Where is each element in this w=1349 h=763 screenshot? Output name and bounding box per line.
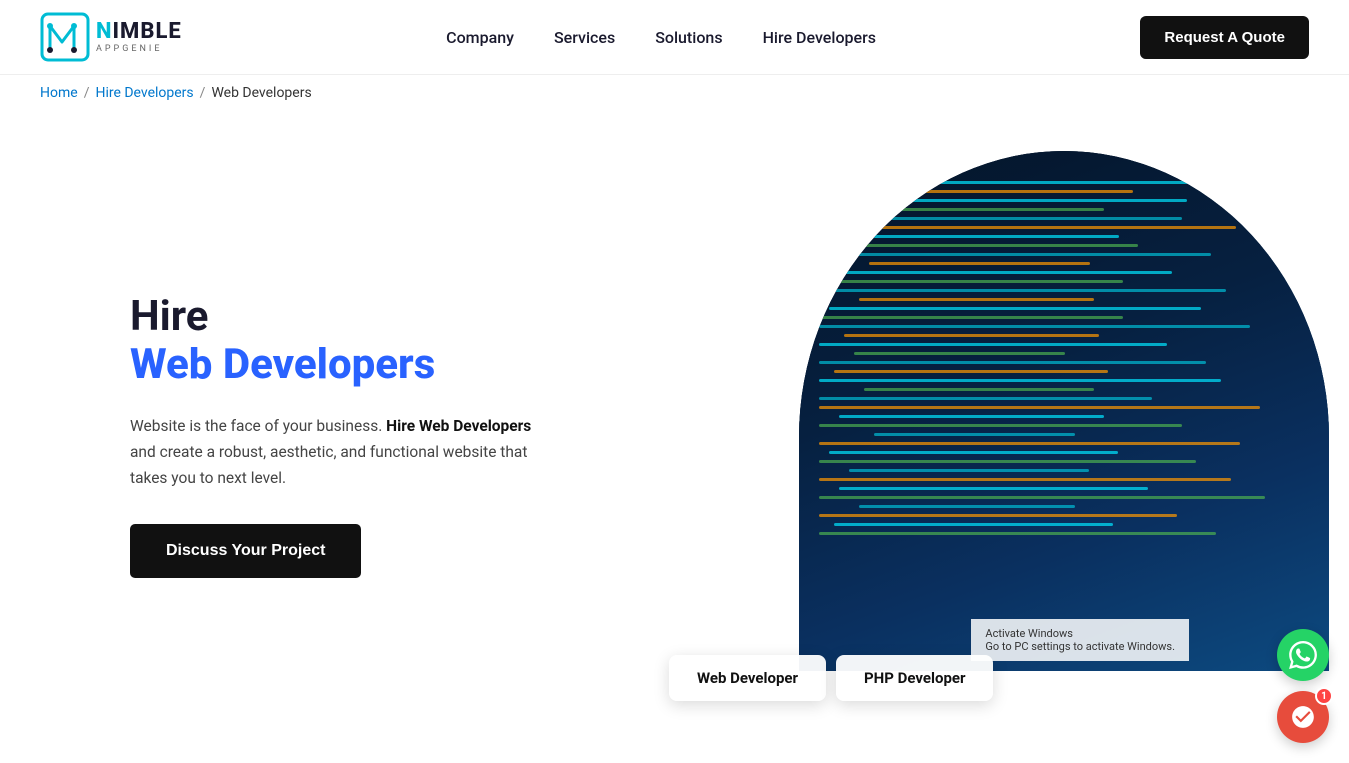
hero-section: Hire Web Developers Website is the face … xyxy=(0,111,1349,741)
breadcrumb-hire-developers[interactable]: Hire Developers xyxy=(95,85,193,101)
request-quote-button[interactable]: Request A Quote xyxy=(1140,16,1309,59)
breadcrumb-sep-1: / xyxy=(84,85,90,101)
code-line xyxy=(859,208,1104,211)
logo[interactable]: NIMBLE APPGENIE xyxy=(40,12,182,62)
windows-line1: Activate Windows xyxy=(985,627,1175,640)
code-line xyxy=(864,388,1094,391)
code-line xyxy=(819,478,1231,481)
code-line xyxy=(829,307,1201,310)
code-line xyxy=(849,469,1089,472)
logo-appgenie: APPGENIE xyxy=(96,45,182,54)
code-line xyxy=(874,433,1075,436)
nav-item-services[interactable]: Services xyxy=(554,28,615,47)
logo-text-block: NIMBLE APPGENIE xyxy=(96,21,182,54)
nav-link-hire-developers[interactable]: Hire Developers xyxy=(763,28,876,47)
code-line xyxy=(819,316,1123,319)
hero-desc-prefix: Website is the face of your business. xyxy=(130,417,382,435)
code-line xyxy=(839,280,1123,283)
logo-n: N xyxy=(96,19,113,44)
code-line xyxy=(869,262,1090,265)
bottom-badges: Web Developer PHP Developer xyxy=(669,655,993,701)
code-line xyxy=(819,397,1152,400)
hero-title-web-developers: Web Developers xyxy=(130,340,560,390)
nav-link-services[interactable]: Services xyxy=(554,28,615,47)
code-line xyxy=(829,253,1211,256)
code-line xyxy=(839,217,1182,220)
code-screen xyxy=(799,151,1329,671)
logo-imble: IMBLE xyxy=(113,19,182,44)
code-line xyxy=(819,361,1206,364)
hero-description: Website is the face of your business. Hi… xyxy=(130,413,560,492)
hero-title-hire: Hire xyxy=(130,294,560,340)
nav-link-solutions[interactable]: Solutions xyxy=(655,28,722,47)
navbar: NIMBLE APPGENIE Company Services Solutio… xyxy=(0,0,1349,75)
code-line xyxy=(819,460,1196,463)
nav-item-company[interactable]: Company xyxy=(446,28,514,47)
code-line xyxy=(819,199,1187,202)
hero-desc-suffix: and create a robust, aesthetic, and func… xyxy=(130,443,527,487)
breadcrumb-home[interactable]: Home xyxy=(40,85,78,101)
code-line xyxy=(819,325,1250,328)
code-line xyxy=(839,190,1133,193)
whatsapp-button[interactable] xyxy=(1277,629,1329,681)
code-line xyxy=(829,451,1118,454)
nav-item-solutions[interactable]: Solutions xyxy=(655,28,722,47)
chat-button[interactable]: 1 xyxy=(1277,691,1329,743)
code-line xyxy=(839,487,1148,490)
badge-web-developer[interactable]: Web Developer xyxy=(669,655,826,701)
code-line xyxy=(819,406,1260,409)
code-line xyxy=(819,496,1265,499)
breadcrumb-current: Web Developers xyxy=(211,85,311,101)
code-line xyxy=(819,271,1172,274)
code-line xyxy=(819,379,1221,382)
hero-image-container xyxy=(799,151,1329,671)
code-line xyxy=(834,523,1113,526)
code-line xyxy=(819,289,1226,292)
code-line xyxy=(844,334,1099,337)
nav-link-company[interactable]: Company xyxy=(446,28,514,47)
code-line xyxy=(819,424,1182,427)
discuss-project-button[interactable]: Discuss Your Project xyxy=(130,524,361,578)
breadcrumb-sep-2: / xyxy=(200,85,206,101)
code-line xyxy=(819,343,1167,346)
code-line xyxy=(849,235,1119,238)
code-line xyxy=(819,532,1216,535)
code-line xyxy=(819,442,1240,445)
chat-badge: 1 xyxy=(1315,687,1333,705)
code-line xyxy=(859,298,1094,301)
code-line xyxy=(819,226,1236,229)
code-line xyxy=(839,415,1104,418)
hero-content: Hire Web Developers Website is the face … xyxy=(130,294,560,578)
hero-desc-bold: Hire Web Developers xyxy=(386,417,531,435)
code-line xyxy=(854,352,1065,355)
code-line xyxy=(834,370,1108,373)
hero-image-area: Activate Windows Go to PC settings to ac… xyxy=(729,151,1309,721)
chat-icon xyxy=(1290,704,1316,730)
windows-line2: Go to PC settings to activate Windows. xyxy=(985,640,1175,653)
windows-watermark: Activate Windows Go to PC settings to ac… xyxy=(971,619,1189,661)
logo-icon xyxy=(40,12,90,62)
badge-php-developer[interactable]: PHP Developer xyxy=(836,655,993,701)
code-line xyxy=(859,505,1075,508)
breadcrumb: Home / Hire Developers / Web Developers xyxy=(0,75,1349,111)
code-line xyxy=(819,181,1211,184)
chat-buttons: 1 xyxy=(1277,629,1329,743)
code-line xyxy=(819,514,1177,517)
code-line xyxy=(819,244,1138,247)
nav-links: Company Services Solutions Hire Develope… xyxy=(446,28,876,47)
logo-nimble: NIMBLE xyxy=(96,21,182,43)
nav-item-hire-developers[interactable]: Hire Developers xyxy=(763,28,876,47)
hero-image-bg xyxy=(799,151,1329,671)
whatsapp-icon xyxy=(1289,641,1317,669)
